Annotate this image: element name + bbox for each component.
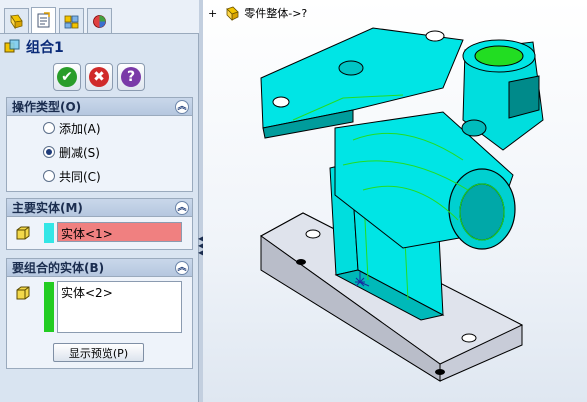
main-body-color-swatch (44, 223, 54, 243)
main-body-value: 实体<1> (61, 227, 113, 241)
solid-body-icon (16, 286, 30, 300)
radio-button[interactable] (43, 170, 55, 182)
collapse-chevron-icon[interactable]: ︽ (175, 100, 189, 114)
main-body-selection-box[interactable]: 实体<1> (57, 222, 182, 242)
operation-type-label: 操作类型(O) (12, 100, 82, 114)
3d-model (260, 27, 544, 382)
radio-subtract[interactable]: 删减(S) (43, 144, 100, 160)
help-icon: ? (121, 67, 141, 87)
radio-button[interactable] (43, 122, 55, 134)
feature-title-bar: 组合1 (4, 36, 196, 58)
feature-tree-icon (10, 14, 23, 29)
main-body-label: 主要实体(M) (12, 201, 83, 215)
combine-bodies-color-swatch (44, 282, 54, 332)
checkmark-icon: ✔ (57, 67, 77, 87)
combine-bodies-selection-box[interactable]: 实体<2> (57, 281, 182, 333)
ok-button[interactable]: ✔ (53, 63, 81, 91)
solid-body-icon (16, 226, 30, 240)
radio-button[interactable] (43, 146, 55, 158)
tab-configuration-manager[interactable] (59, 8, 84, 33)
radio-add-label: 添加(A) (59, 121, 101, 136)
graphics-viewport[interactable]: + 零件整体->? (203, 0, 587, 402)
tab-property-manager[interactable] (31, 7, 56, 33)
combine-bodies-label: 要组合的实体(B) (12, 261, 105, 275)
tab-feature-manager[interactable] (4, 8, 29, 33)
combine-bodies-value: 实体<2> (61, 286, 113, 300)
operation-type-group: 操作类型(O) ︽ 添加(A) 删减(S) 共同(C) (6, 97, 193, 192)
display-manager-icon (93, 14, 106, 28)
property-manager-panel: 组合1 ✔ ✖ ? 操作类型(O) ︽ 添加(A) 删减(S) 共同(C) 主要… (0, 0, 199, 402)
manager-tabs (0, 0, 199, 34)
action-buttons: ✔ ✖ ? (53, 63, 153, 91)
combine-feature-icon (4, 39, 20, 53)
cancel-button[interactable]: ✖ (85, 63, 113, 91)
main-body-group: 主要实体(M) ︽ 实体<1> (6, 198, 193, 250)
operation-type-header[interactable]: 操作类型(O) ︽ (7, 98, 192, 116)
radio-common-label: 共同(C) (59, 169, 101, 184)
tab-display-manager[interactable] (87, 8, 112, 33)
feature-title: 组合1 (26, 40, 64, 56)
help-button[interactable]: ? (117, 63, 145, 91)
close-icon: ✖ (89, 67, 109, 87)
collapse-chevron-icon[interactable]: ︽ (175, 261, 189, 275)
combine-bodies-header[interactable]: 要组合的实体(B) ︽ (7, 259, 192, 277)
radio-add[interactable]: 添加(A) (43, 120, 101, 136)
radio-subtract-label: 删减(S) (59, 145, 100, 160)
main-body-header[interactable]: 主要实体(M) ︽ (7, 199, 192, 217)
property-manager-icon (37, 12, 50, 28)
collapse-chevron-icon[interactable]: ︽ (175, 201, 189, 215)
right-pillar (461, 39, 544, 151)
radio-common[interactable]: 共同(C) (43, 168, 101, 184)
show-preview-button[interactable]: 显示预览(P) (53, 343, 144, 362)
configuration-manager-icon (64, 15, 79, 28)
